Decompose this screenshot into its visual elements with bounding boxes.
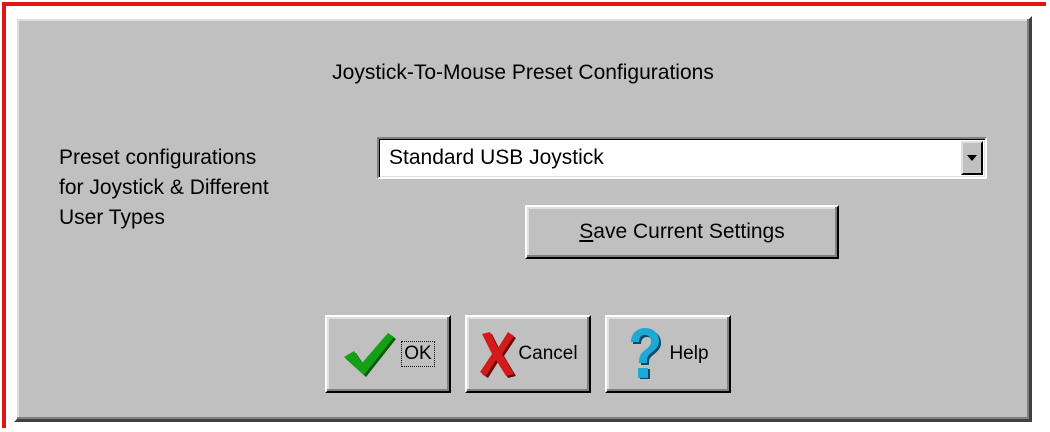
cancel-button[interactable]: Cancel <box>465 315 591 393</box>
preset-configurations-label: Preset configurations for Joystick & Dif… <box>59 146 269 229</box>
save-button-mnemonic: S <box>579 220 594 243</box>
question-mark-icon <box>631 328 662 379</box>
ok-button-label: OK <box>401 341 435 367</box>
ok-button[interactable]: OK <box>325 315 451 393</box>
preset-config-dialog: Joystick-To-Mouse Preset Configurations … <box>14 16 1032 422</box>
save-current-settings-button[interactable]: Save Current Settings <box>525 205 839 259</box>
preset-configuration-select[interactable]: Standard USB Joystick <box>377 137 987 179</box>
dialog-title: Joystick-To-Mouse Preset Configurations <box>332 61 714 84</box>
save-button-label: ave Current Settings <box>593 220 785 243</box>
checkmark-icon <box>344 333 397 377</box>
preset-select-value: Standard USB Joystick <box>389 146 604 169</box>
cancel-button-label: Cancel <box>518 343 578 364</box>
x-cross-icon <box>480 332 517 378</box>
help-button-label: Help <box>669 343 709 364</box>
dropdown-arrow-icon[interactable] <box>961 141 983 175</box>
help-button[interactable]: Help <box>605 315 731 393</box>
